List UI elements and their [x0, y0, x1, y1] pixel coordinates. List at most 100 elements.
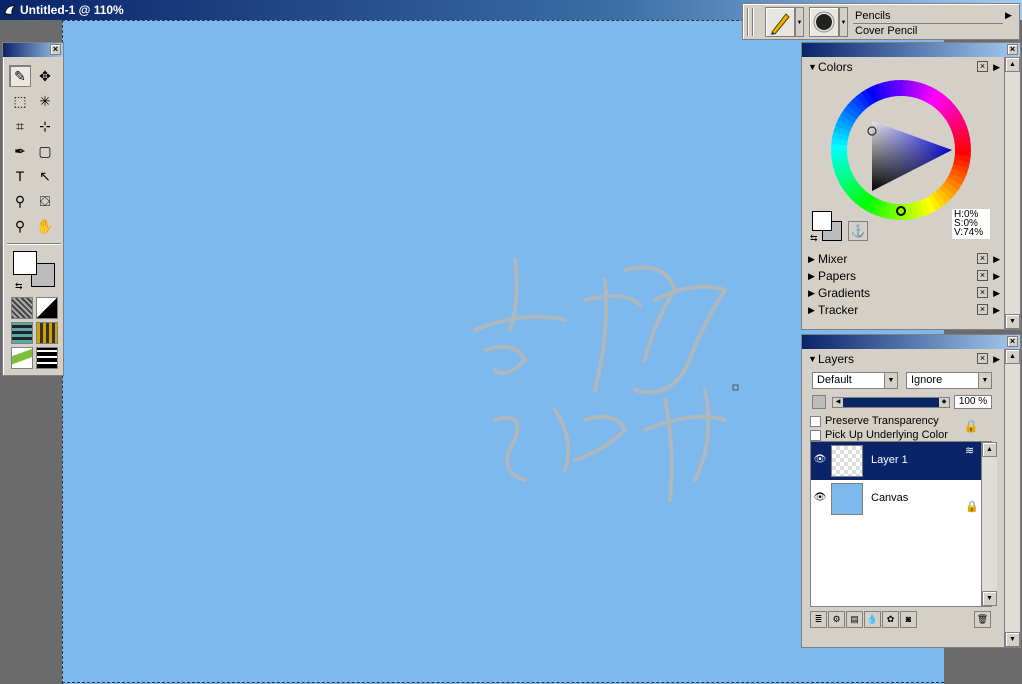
section-label: Tracker [818, 303, 859, 317]
brush-variant-dropdown[interactable]: ▼ [839, 7, 848, 37]
layers-panel-scrollbar[interactable]: ▲ ▼ [1004, 349, 1020, 647]
colors-panel-group: × ▼ Colors × ▶ ⇆ ⚓ H:0% S:0% V:74% ▶ Mix… [801, 42, 1021, 330]
pattern-library[interactable] [11, 322, 33, 344]
layer-thumbnail [831, 483, 863, 515]
clone-color-stamp-icon[interactable]: ⚓ [848, 221, 868, 241]
nozzle-library[interactable] [11, 347, 33, 369]
eye-icon[interactable]: 👁 [813, 454, 827, 466]
eye-icon[interactable]: 👁 [813, 492, 827, 504]
slider-left-arrow[interactable]: ◀ [833, 398, 843, 407]
pick-up-underlying-checkbox[interactable] [810, 429, 821, 441]
new-layer-icon[interactable]: ▤ [846, 611, 863, 628]
colors-scrollbar[interactable]: ▲ ▼ [1004, 57, 1020, 329]
toolbar-grip[interactable] [752, 8, 754, 36]
layer-stack-icon: ≋ [965, 445, 975, 457]
chevron-right-icon[interactable]: ▶ [993, 302, 1000, 318]
brush-variant-button[interactable] [809, 7, 839, 37]
magnifier-tool[interactable]: ⚲ [9, 215, 31, 237]
section-label: Mixer [818, 252, 848, 266]
close-section-icon[interactable]: × [977, 61, 988, 72]
primary-color-swatch[interactable] [812, 211, 832, 231]
scroll-down-button[interactable]: ▼ [1005, 632, 1020, 647]
brush-category-button[interactable] [765, 7, 795, 37]
lock-icon[interactable]: 🔒 [962, 419, 980, 437]
dynamic-plugins-icon[interactable]: ⚙ [828, 611, 845, 628]
opacity-slider[interactable]: ◀ ◆ [832, 397, 950, 408]
scroll-down-button[interactable]: ▼ [1005, 314, 1020, 329]
chevron-down-icon[interactable]: ▼ [978, 373, 991, 388]
chevron-right-icon[interactable]: ▶ [993, 59, 1000, 75]
rectangle-shape-tool[interactable]: ▢ [34, 140, 56, 162]
chevron-down-icon[interactable]: ▼ [884, 373, 897, 388]
composite-depth-value: Ignore [911, 374, 943, 386]
brush-tool[interactable]: ✎ [9, 65, 31, 87]
crop-tool[interactable]: ⌗ [9, 115, 31, 137]
close-section-icon[interactable]: × [977, 353, 988, 364]
paper-library[interactable] [11, 297, 33, 319]
chevron-right-icon[interactable]: ▶ [993, 251, 1000, 267]
scroll-down-button[interactable]: ▼ [982, 591, 997, 606]
preserve-transparency-row[interactable]: Preserve Transparency [810, 415, 939, 427]
close-icon[interactable]: × [1007, 336, 1018, 347]
section-gradients[interactable]: ▶ Gradients × ▶ [806, 285, 1000, 301]
chevron-right-icon[interactable]: ▶ [993, 285, 1000, 301]
opacity-field[interactable]: 100 % [954, 395, 992, 409]
colors-panel-swatches: ⇆ [810, 209, 846, 243]
layers-section-header[interactable]: ▼ Layers × ▶ [806, 351, 1000, 367]
section-mixer[interactable]: ▶ Mixer × ▶ [806, 251, 1000, 267]
close-section-icon[interactable]: × [977, 287, 988, 298]
paint-bucket-tool[interactable]: ⛋ [34, 190, 56, 212]
scroll-up-button[interactable]: ▲ [1005, 57, 1020, 72]
scroll-up-button[interactable]: ▲ [1005, 349, 1020, 364]
new-watercolor-layer-icon[interactable]: ✿ [882, 611, 899, 628]
colors-title: Colors [818, 60, 853, 74]
create-layer-mask-icon[interactable]: ◙ [900, 611, 917, 628]
new-water-layer-icon[interactable]: 💧 [864, 611, 881, 628]
toolbox-titlebar[interactable]: × [3, 43, 63, 57]
look-library[interactable] [36, 347, 58, 369]
gradient-library[interactable] [36, 297, 58, 319]
layer-row-canvas[interactable]: 👁 Canvas 🔒 [811, 480, 983, 518]
shape-selection-tool[interactable]: ↖ [34, 165, 56, 187]
section-papers[interactable]: ▶ Papers × ▶ [806, 268, 1000, 284]
chevron-right-icon[interactable]: ▶ [993, 268, 1000, 284]
colors-section-header[interactable]: ▼ Colors × ▶ [806, 59, 1000, 75]
panel-titlebar[interactable]: × [802, 43, 1020, 57]
scroll-up-button[interactable]: ▲ [982, 442, 997, 457]
toolbar-grip[interactable] [747, 8, 749, 36]
section-tracker[interactable]: ▶ Tracker × ▶ [806, 302, 1000, 318]
layer-list-scrollbar[interactable]: ▲ ▼ [981, 442, 997, 606]
composite-depth-select[interactable]: Ignore ▼ [906, 372, 992, 389]
trash-icon[interactable]: 🗑 [974, 611, 991, 628]
panel-titlebar[interactable]: × [802, 335, 1020, 349]
dropper-tool[interactable]: ⚲ [9, 190, 31, 212]
selection-adjuster-tool[interactable]: ⊹ [34, 115, 56, 137]
chevron-right-icon[interactable]: ▶ [1005, 10, 1012, 21]
layer-adjuster-tool[interactable]: ✥ [34, 65, 56, 87]
primary-color-swatch[interactable] [13, 251, 37, 275]
swap-colors-icon[interactable]: ⇆ [810, 233, 818, 244]
close-section-icon[interactable]: × [977, 253, 988, 264]
brush-category-dropdown[interactable]: ▼ [795, 7, 804, 37]
chevron-right-icon[interactable]: ▶ [993, 351, 1000, 367]
rectangular-selection-tool[interactable]: ⬚ [9, 90, 31, 112]
close-icon[interactable]: × [1007, 44, 1018, 55]
pen-tool[interactable]: ✒ [9, 140, 31, 162]
brush-category-label: Pencils [855, 10, 891, 22]
opacity-icon [812, 395, 826, 409]
layer-commands-icon[interactable]: ≣ [810, 611, 827, 628]
grabber-tool[interactable]: ✋ [34, 215, 56, 237]
slider-thumb[interactable]: ◆ [939, 398, 949, 407]
swap-colors-icon[interactable]: ⇆ [15, 281, 23, 292]
close-section-icon[interactable]: × [977, 270, 988, 281]
text-tool[interactable]: T [9, 165, 31, 187]
close-icon[interactable]: × [50, 44, 61, 55]
layer-row-layer-1[interactable]: 👁 Layer 1 ≋ [811, 442, 983, 480]
magic-wand-tool[interactable]: ✳ [34, 90, 56, 112]
weaving-library[interactable] [36, 322, 58, 344]
preserve-transparency-checkbox[interactable] [810, 415, 821, 427]
color-wheel[interactable] [830, 79, 972, 221]
composite-method-select[interactable]: Default ▼ [812, 372, 898, 389]
close-section-icon[interactable]: × [977, 304, 988, 315]
pick-up-underlying-row[interactable]: Pick Up Underlying Color [810, 429, 948, 441]
